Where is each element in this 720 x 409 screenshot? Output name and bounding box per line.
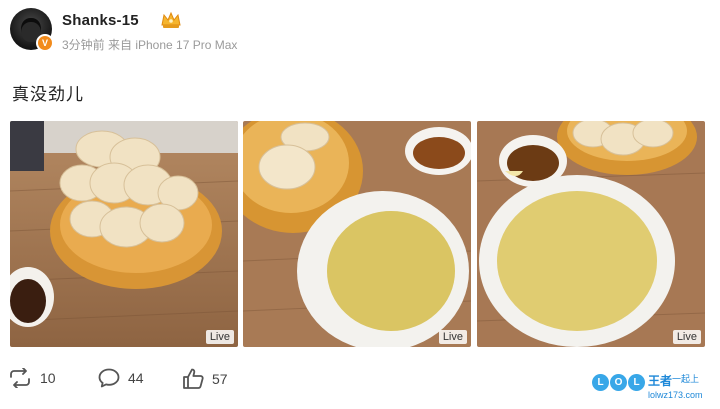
comment-icon xyxy=(98,368,120,388)
thumbs-up-icon xyxy=(183,368,204,389)
photo-2[interactable]: Live xyxy=(243,121,471,347)
comment-count: 44 xyxy=(128,370,144,386)
watermark-letter: L xyxy=(592,374,609,391)
verified-badge-icon: V xyxy=(36,34,54,52)
watermark-url: lolwz173.com xyxy=(648,390,703,400)
live-badge: Live xyxy=(438,330,467,344)
watermark-logo: L O L 王者 一起上 lolwz173.com xyxy=(592,372,718,406)
like-button[interactable]: 57 xyxy=(182,368,228,389)
like-count: 57 xyxy=(212,370,228,387)
watermark-lol: L O L xyxy=(592,374,645,391)
watermark-brand: 王者 xyxy=(648,374,673,388)
live-badge: Live xyxy=(205,330,234,344)
live-badge: Live xyxy=(672,330,701,344)
crown-icon xyxy=(161,11,181,28)
watermark-letter: O xyxy=(610,374,627,391)
watermark-brand-sub: 一起上 xyxy=(672,374,700,384)
post-meta: 3分钟前 来自 iPhone 17 Pro Max xyxy=(62,38,238,52)
photo-1[interactable]: Live xyxy=(10,121,238,347)
repost-button[interactable]: 10 xyxy=(8,368,56,388)
photo-3[interactable]: Live xyxy=(477,121,705,347)
repost-icon xyxy=(10,368,30,388)
repost-count: 10 xyxy=(40,370,56,386)
post-text: 真没劲儿 xyxy=(12,85,84,104)
watermark-letter: L xyxy=(628,374,645,391)
comment-button[interactable]: 44 xyxy=(98,368,144,388)
username[interactable]: Shanks-15 xyxy=(62,12,139,29)
